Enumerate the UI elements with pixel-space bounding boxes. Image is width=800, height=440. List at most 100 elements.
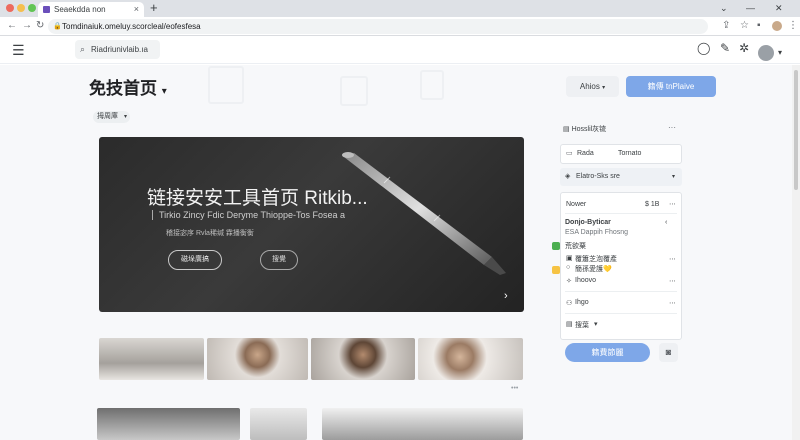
forward-icon[interactable]: → bbox=[22, 17, 32, 35]
chevron-down-icon: ▾ bbox=[671, 174, 675, 180]
favicon-icon bbox=[43, 6, 50, 13]
window-zoom-dot[interactable] bbox=[28, 4, 36, 12]
chevron-down-icon: ▾ bbox=[602, 85, 606, 91]
submit-button[interactable]: 籍費節麗 bbox=[565, 343, 650, 362]
browser-menu-icon[interactable]: ⋮ bbox=[788, 17, 798, 35]
gear-icon[interactable]: ✲ bbox=[739, 41, 749, 55]
lock-icon: 🔒 bbox=[53, 23, 62, 30]
more-icon[interactable]: ⋯ bbox=[669, 299, 676, 307]
divider bbox=[565, 213, 677, 214]
thumbnail-image[interactable] bbox=[322, 408, 523, 440]
new-tab-button[interactable]: + bbox=[150, 0, 158, 16]
more-icon[interactable]: ⋯ bbox=[669, 200, 676, 208]
tab-close-icon[interactable]: × bbox=[134, 2, 139, 17]
back-icon[interactable]: ← bbox=[7, 17, 17, 35]
hero-title: 链接安安工具首页 Ritkib... bbox=[147, 188, 368, 209]
hero-description: 稽接宓序 Rvla稀缄 霖播衡衡 bbox=[166, 230, 254, 237]
checkbox-partial[interactable] bbox=[552, 266, 560, 274]
more-icon[interactable]: ••• bbox=[511, 385, 518, 392]
search-text: Riadriunivlaib.ıa bbox=[91, 45, 148, 54]
help-icon[interactable]: ◯ bbox=[697, 41, 710, 55]
app-header: ☰ ⌕ Riadriunivlaib.ıa ◯ ✎ ✲ bbox=[0, 36, 800, 64]
tab-list-icon[interactable]: ⌄ bbox=[720, 0, 728, 17]
panel-select-label: Elatro-Sks sre bbox=[576, 173, 620, 180]
chevron-right-icon[interactable]: › bbox=[504, 290, 508, 302]
chevron-down-icon[interactable]: ▾ bbox=[778, 48, 782, 57]
chevron-down-icon[interactable]: ▾ bbox=[594, 320, 598, 328]
panel-field[interactable]: ▭ Rada Tornato bbox=[560, 144, 682, 164]
option-label: Ihgo bbox=[575, 299, 589, 306]
bookmark-star-icon[interactable]: ☆ bbox=[740, 17, 749, 35]
divider bbox=[565, 313, 677, 314]
thumbnail-image[interactable] bbox=[418, 338, 523, 380]
checkbox-checked[interactable] bbox=[552, 242, 560, 250]
thumbnail-image[interactable] bbox=[311, 338, 415, 380]
panel-header-text: Hosslil灰锍 bbox=[571, 126, 607, 133]
section-subtitle: ESA Dappih Fhosng bbox=[565, 229, 629, 236]
list-icon: ▤ bbox=[566, 321, 573, 328]
browser-tab-bar: Seaekdda non × + ⌄ — ✕ bbox=[0, 0, 800, 17]
extensions-icon[interactable]: ▪ bbox=[757, 17, 761, 35]
secondary-action-label: Ahios bbox=[579, 82, 600, 91]
window-close-icon[interactable]: ✕ bbox=[775, 0, 783, 17]
reload-icon[interactable]: ↻ bbox=[36, 17, 44, 35]
scrollbar-thumb[interactable] bbox=[794, 70, 798, 190]
secondary-action-button[interactable]: Ahios ▾ bbox=[566, 76, 619, 97]
background-decoration bbox=[208, 66, 244, 104]
profile-avatar-small[interactable] bbox=[772, 21, 782, 31]
browser-tab[interactable]: Seaekdda non × bbox=[38, 2, 144, 17]
more-icon[interactable]: ⋯ bbox=[669, 255, 676, 263]
thumbnail-image[interactable] bbox=[250, 408, 307, 440]
page-title[interactable]: 免技首页 ▾ bbox=[89, 74, 167, 99]
panel-icon: ▤ bbox=[563, 126, 572, 133]
divider bbox=[565, 291, 677, 292]
panel-field-label: Rada bbox=[577, 150, 594, 157]
user-avatar[interactable] bbox=[758, 45, 774, 61]
chevron-down-icon: ▾ bbox=[161, 86, 167, 97]
more-icon[interactable]: ⋯ bbox=[669, 277, 676, 285]
document-icon: ▣ bbox=[566, 255, 573, 262]
primary-action-button[interactable]: 籍傳 tnPlaive bbox=[626, 76, 716, 97]
wrench-icon[interactable]: ✎ bbox=[720, 41, 730, 55]
hero-secondary-button[interactable]: 搜覺 bbox=[260, 250, 298, 270]
thumbnail-image[interactable] bbox=[99, 338, 204, 380]
panel-list: Nower $ 1B ⋯ Donjo-Byticar ‹ ESA Dappih … bbox=[560, 192, 682, 340]
background-decoration bbox=[340, 76, 368, 106]
tab-title: Seaekdda non bbox=[54, 5, 106, 14]
panel-field-value: Tornato bbox=[618, 150, 642, 157]
share-icon[interactable]: ⇪ bbox=[722, 17, 730, 35]
window-close-dot[interactable] bbox=[6, 4, 14, 12]
more-icon[interactable]: ··· bbox=[668, 123, 676, 132]
window-minimize-icon[interactable]: — bbox=[746, 0, 755, 17]
option-label: 搜葉 bbox=[575, 322, 589, 329]
search-input[interactable]: ⌕ Riadriunivlaib.ıa bbox=[75, 40, 160, 59]
section-title: Donjo-Byticar bbox=[565, 219, 611, 226]
browser-address-bar: ← → ↻ 🔒 Tomdinaiuk.omeluy.scorcleal/eofe… bbox=[0, 17, 800, 36]
radio-icon[interactable]: ○ bbox=[566, 264, 570, 271]
filter-dropdown[interactable]: 拇周庫 ▾ bbox=[93, 111, 130, 123]
hero-primary-button[interactable]: 磁垛廣搞 bbox=[168, 250, 222, 270]
hamburger-menu-icon[interactable]: ☰ bbox=[12, 42, 25, 59]
sparkle-icon: ✧ bbox=[566, 278, 572, 285]
chevron-left-icon[interactable]: ‹ bbox=[665, 219, 667, 226]
pen-illustration bbox=[342, 152, 506, 275]
thumbnail-image[interactable] bbox=[97, 408, 240, 440]
thumbnail-image[interactable] bbox=[207, 338, 308, 380]
window-minimize-dot[interactable] bbox=[17, 4, 25, 12]
background-decoration bbox=[420, 70, 444, 100]
panel-select[interactable]: ◈ Elatro-Sks sre ▾ bbox=[560, 168, 682, 186]
chevron-down-icon: ▾ bbox=[123, 114, 127, 120]
url-text: Tomdinaiuk.omeluy.scorcleal/eofesfesa bbox=[62, 22, 201, 31]
option-label: Ihoovo bbox=[575, 277, 597, 284]
panel-header: ▤ Hosslil灰锍 bbox=[563, 124, 606, 134]
page-title-text: 免技首页 bbox=[89, 79, 157, 98]
camera-icon[interactable]: ◙ bbox=[659, 343, 678, 362]
list-item-label: Nower bbox=[566, 201, 587, 208]
option-label: 荒欲粟 bbox=[565, 243, 586, 250]
option-label: 覆簫芝泡覆產 bbox=[575, 256, 617, 263]
filter-label: 拇周庫 bbox=[97, 113, 118, 120]
option-label: 簡孫愛護💛 bbox=[575, 266, 612, 273]
url-input[interactable]: 🔒 Tomdinaiuk.omeluy.scorcleal/eofesfesa bbox=[48, 19, 708, 34]
layers-icon: ◈ bbox=[565, 173, 571, 180]
people-icon: ⚇ bbox=[566, 300, 573, 307]
